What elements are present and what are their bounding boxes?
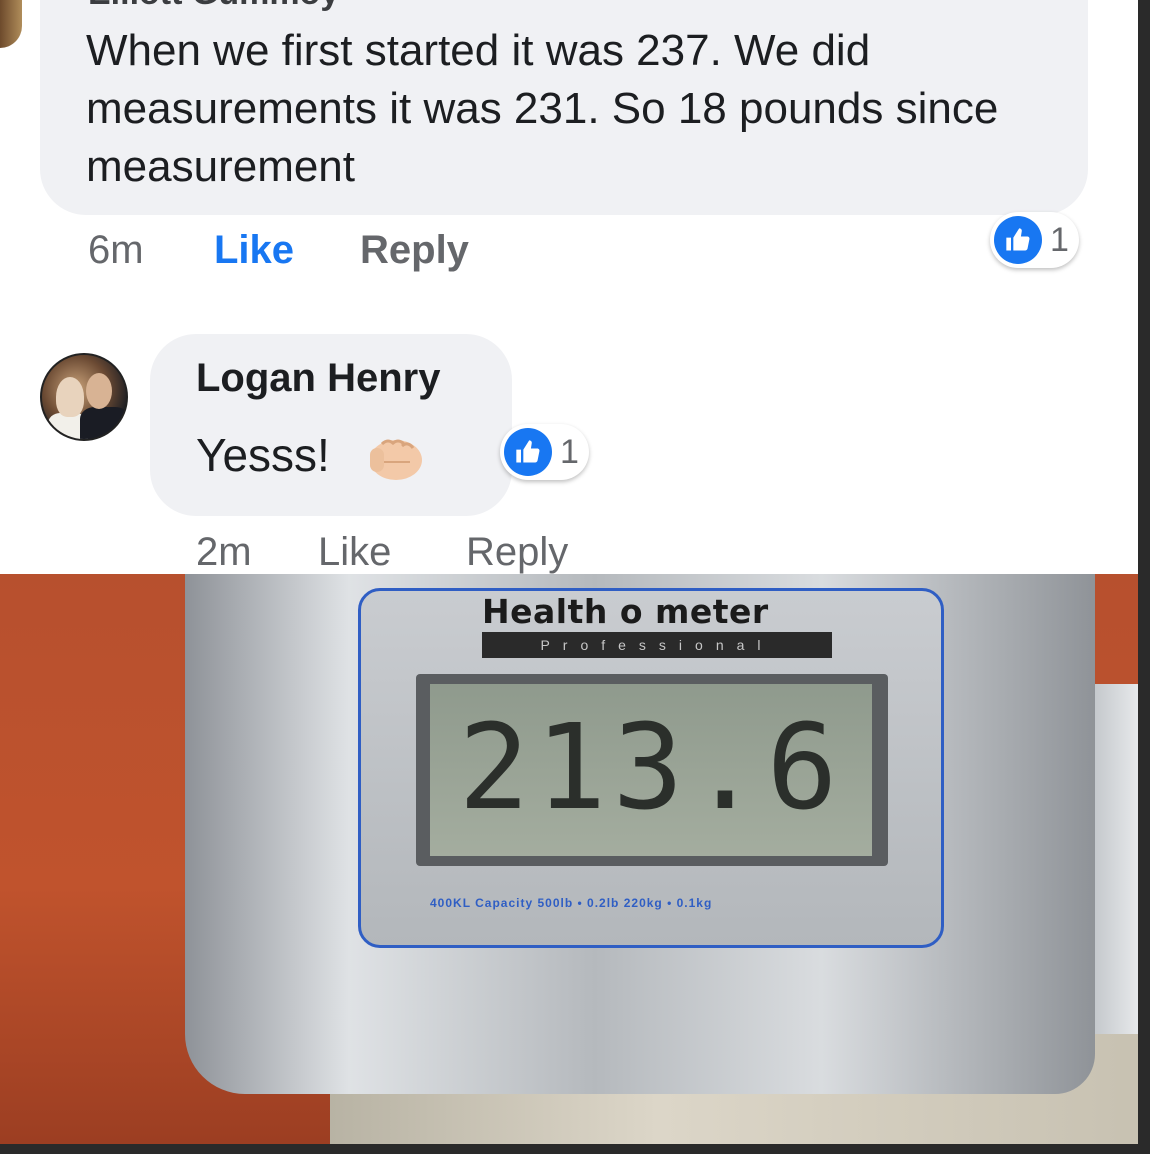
like-button[interactable]: Like xyxy=(214,228,294,273)
reply-button[interactable]: Reply xyxy=(466,530,568,575)
fist-bump-emoji-icon xyxy=(370,439,422,480)
avatar[interactable] xyxy=(40,353,128,441)
comment-timestamp[interactable]: 2m xyxy=(196,530,252,575)
comment-timestamp[interactable]: 6m xyxy=(88,228,144,273)
reaction-count: 1 xyxy=(560,432,579,471)
comment-text: When we first started it was 237. We did… xyxy=(86,26,999,191)
comment-text: Yesss! xyxy=(196,429,330,481)
reaction-count: 1 xyxy=(1050,220,1069,259)
scale-tagline: Professional xyxy=(482,632,832,658)
like-button[interactable]: Like xyxy=(318,530,391,575)
window-edge xyxy=(0,1144,1150,1154)
scale-capacity-label: 400KL Capacity 500lb • 0.2lb 220kg • 0.1… xyxy=(430,896,713,910)
thumbs-up-icon xyxy=(504,428,552,476)
attached-photo[interactable]: Health o meter Professional 213.6 400KL … xyxy=(0,574,1138,1144)
previous-commenter-avatar[interactable] xyxy=(0,0,22,48)
scale-brand: Health o meter xyxy=(482,592,769,631)
reaction-summary[interactable]: 1 xyxy=(990,212,1079,268)
thumbs-up-icon xyxy=(994,216,1042,264)
scale-reading: 213.6 xyxy=(458,698,844,836)
reaction-summary[interactable]: 1 xyxy=(500,424,589,480)
comment-author[interactable]: Logan Henry xyxy=(196,356,440,401)
window-edge xyxy=(1138,0,1150,1154)
comment-author[interactable]: Elliott Gummoy xyxy=(88,0,339,13)
reply-button[interactable]: Reply xyxy=(360,228,469,273)
